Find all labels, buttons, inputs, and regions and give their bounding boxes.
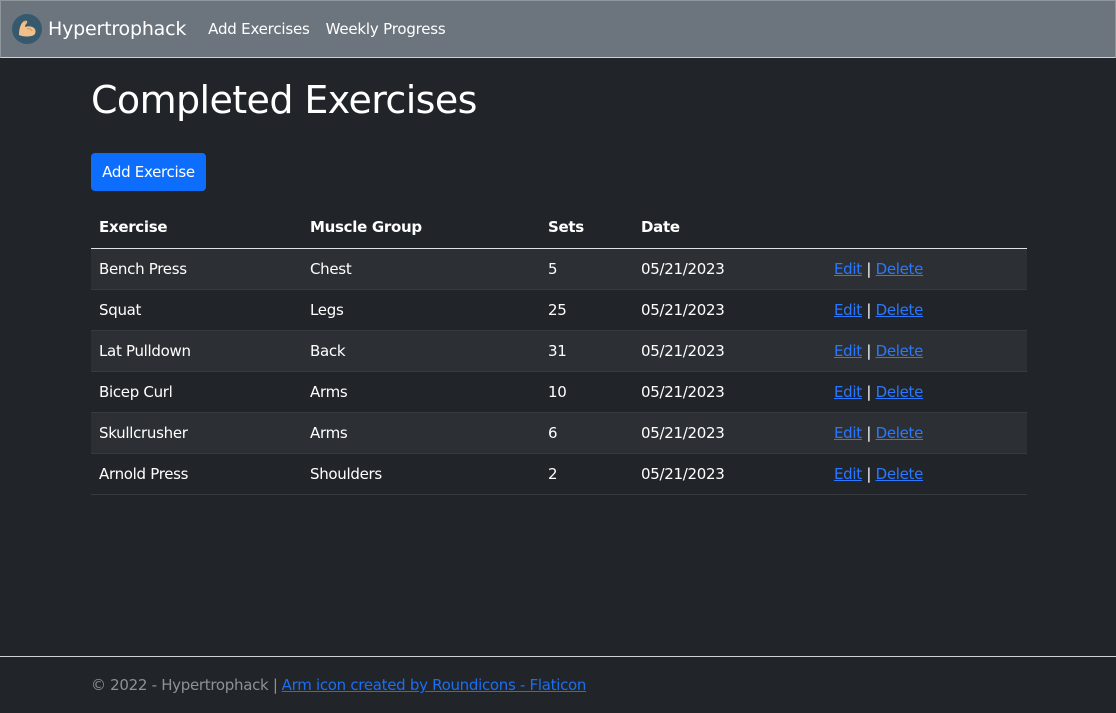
delete-link[interactable]: Delete <box>876 260 924 278</box>
table-row: Bench Press Chest 5 05/21/2023 Edit | De… <box>91 248 1027 290</box>
edit-link[interactable]: Edit <box>834 301 862 319</box>
cell-actions: Edit | Delete <box>826 289 1027 331</box>
brand-link[interactable]: Hypertrophack <box>12 14 186 44</box>
table-row: Lat Pulldown Back 31 05/21/2023 Edit | D… <box>91 330 1027 372</box>
table-row: Squat Legs 25 05/21/2023 Edit | Delete <box>91 289 1027 331</box>
cell-exercise: Skullcrusher <box>91 412 302 454</box>
cell-actions: Edit | Delete <box>826 330 1027 372</box>
edit-link[interactable]: Edit <box>834 465 862 483</box>
exercises-table: Exercise Muscle Group Sets Date Bench Pr… <box>91 207 1027 495</box>
cell-muscle-group: Shoulders <box>302 453 540 495</box>
cell-exercise: Bench Press <box>91 248 302 290</box>
delete-link[interactable]: Delete <box>876 383 924 401</box>
brand-name: Hypertrophack <box>48 18 187 40</box>
action-separator: | <box>866 259 872 278</box>
edit-link[interactable]: Edit <box>834 424 862 442</box>
cell-sets: 6 <box>540 412 633 454</box>
cell-actions: Edit | Delete <box>826 371 1027 413</box>
cell-sets: 31 <box>540 330 633 372</box>
cell-sets: 2 <box>540 453 633 495</box>
footer-copyright: © 2022 - Hypertrophack | <box>91 676 278 694</box>
cell-actions: Edit | Delete <box>826 412 1027 454</box>
cell-exercise: Arnold Press <box>91 453 302 495</box>
header-date: Date <box>633 207 826 249</box>
delete-link[interactable]: Delete <box>876 465 924 483</box>
footer-credit-link[interactable]: Arm icon created by Roundicons - Flatico… <box>282 676 587 694</box>
nav-link-add-exercises[interactable]: Add Exercises <box>208 20 310 38</box>
cell-muscle-group: Back <box>302 330 540 372</box>
action-separator: | <box>866 423 872 442</box>
header-sets: Sets <box>540 207 633 249</box>
page-title: Completed Exercises <box>91 78 477 122</box>
cell-date: 05/21/2023 <box>633 371 826 413</box>
cell-muscle-group: Arms <box>302 412 540 454</box>
cell-muscle-group: Chest <box>302 248 540 290</box>
cell-exercise: Squat <box>91 289 302 331</box>
action-separator: | <box>866 382 872 401</box>
header-muscle-group: Muscle Group <box>302 207 540 249</box>
delete-link[interactable]: Delete <box>876 342 924 360</box>
table-header-row: Exercise Muscle Group Sets Date <box>91 207 1027 249</box>
table-row: Arnold Press Shoulders 2 05/21/2023 Edit… <box>91 453 1027 495</box>
footer: © 2022 - Hypertrophack | Arm icon create… <box>0 656 1116 713</box>
cell-actions: Edit | Delete <box>826 248 1027 290</box>
delete-link[interactable]: Delete <box>876 301 924 319</box>
cell-exercise: Bicep Curl <box>91 371 302 413</box>
flexed-arm-icon <box>12 14 42 44</box>
cell-date: 05/21/2023 <box>633 412 826 454</box>
cell-date: 05/21/2023 <box>633 453 826 495</box>
add-exercise-button[interactable]: Add Exercise <box>91 153 206 191</box>
header-actions <box>826 207 1027 249</box>
cell-exercise: Lat Pulldown <box>91 330 302 372</box>
header-exercise: Exercise <box>91 207 302 249</box>
cell-sets: 25 <box>540 289 633 331</box>
navbar: Hypertrophack Add Exercises Weekly Progr… <box>0 0 1116 58</box>
cell-muscle-group: Arms <box>302 371 540 413</box>
cell-muscle-group: Legs <box>302 289 540 331</box>
edit-link[interactable]: Edit <box>834 260 862 278</box>
table-row: Bicep Curl Arms 10 05/21/2023 Edit | Del… <box>91 371 1027 413</box>
delete-link[interactable]: Delete <box>876 424 924 442</box>
action-separator: | <box>866 464 872 483</box>
cell-date: 05/21/2023 <box>633 248 826 290</box>
cell-actions: Edit | Delete <box>826 453 1027 495</box>
edit-link[interactable]: Edit <box>834 383 862 401</box>
cell-sets: 5 <box>540 248 633 290</box>
cell-date: 05/21/2023 <box>633 289 826 331</box>
action-separator: | <box>866 300 872 319</box>
table-row: Skullcrusher Arms 6 05/21/2023 Edit | De… <box>91 412 1027 454</box>
edit-link[interactable]: Edit <box>834 342 862 360</box>
action-separator: | <box>866 341 872 360</box>
nav-link-weekly-progress[interactable]: Weekly Progress <box>326 20 446 38</box>
cell-sets: 10 <box>540 371 633 413</box>
cell-date: 05/21/2023 <box>633 330 826 372</box>
